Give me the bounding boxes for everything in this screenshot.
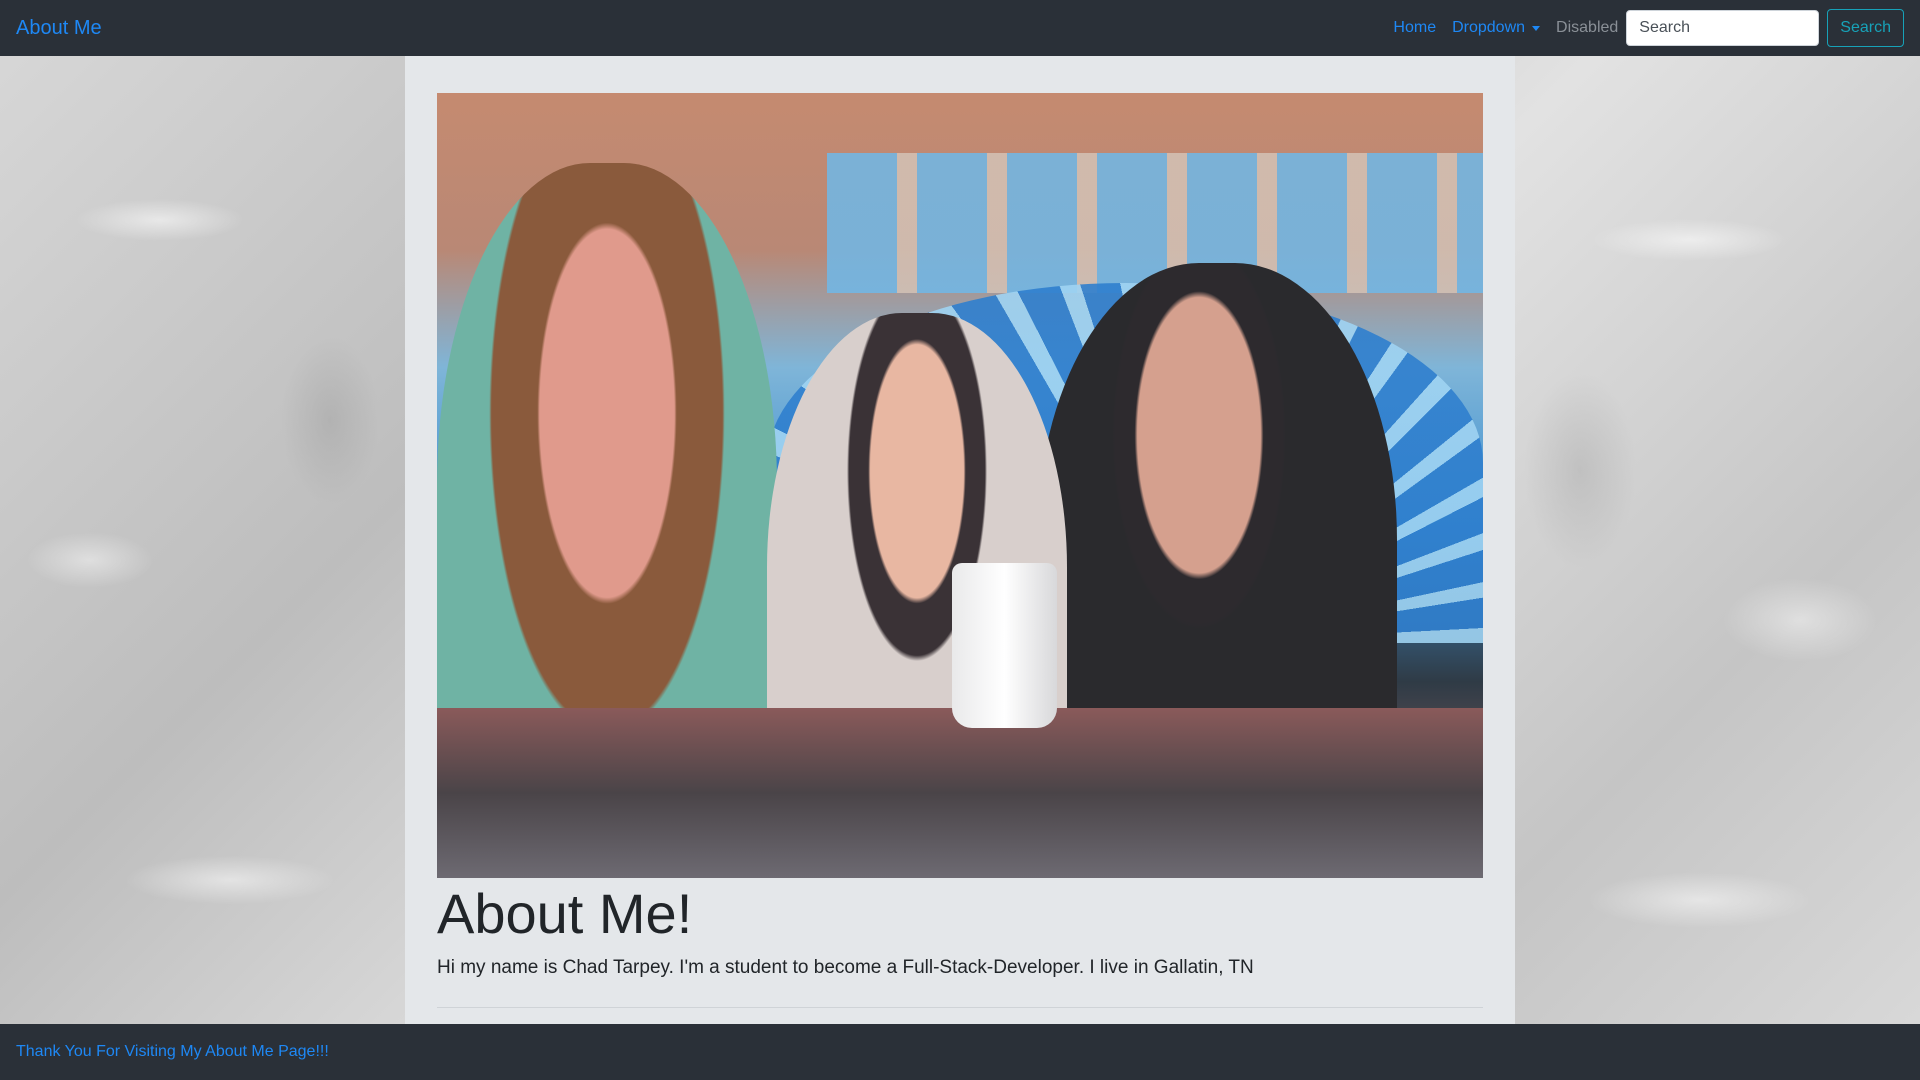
nav-dropdown-label: Dropdown [1452,19,1526,36]
family-photo [437,93,1483,878]
caret-down-icon [1532,25,1541,31]
navbar-brand[interactable]: About Me [16,17,102,40]
footer-text: Thank You For Visiting My About Me Page!… [16,1043,329,1060]
footer: Thank You For Visiting My About Me Page!… [0,1024,1920,1080]
nav-dropdown-toggle[interactable]: Dropdown [1444,19,1548,37]
nav-home-link[interactable]: Home [1385,19,1444,37]
top-navbar: About Me Home Dropdown Disabled Search [0,0,1920,56]
main-container: About Me! Hi my name is Chad Tarpey. I'm… [405,56,1515,1024]
navbar-links: Home Dropdown Disabled Search [1385,9,1904,47]
nav-disabled-link: Disabled [1556,19,1619,36]
page-heading: About Me! [437,882,693,945]
search-input[interactable] [1626,10,1820,46]
divider [437,1007,1483,1009]
intro-text: Hi my name is Chad Tarpey. I'm a student… [437,957,1254,979]
search-button[interactable]: Search [1827,9,1904,47]
